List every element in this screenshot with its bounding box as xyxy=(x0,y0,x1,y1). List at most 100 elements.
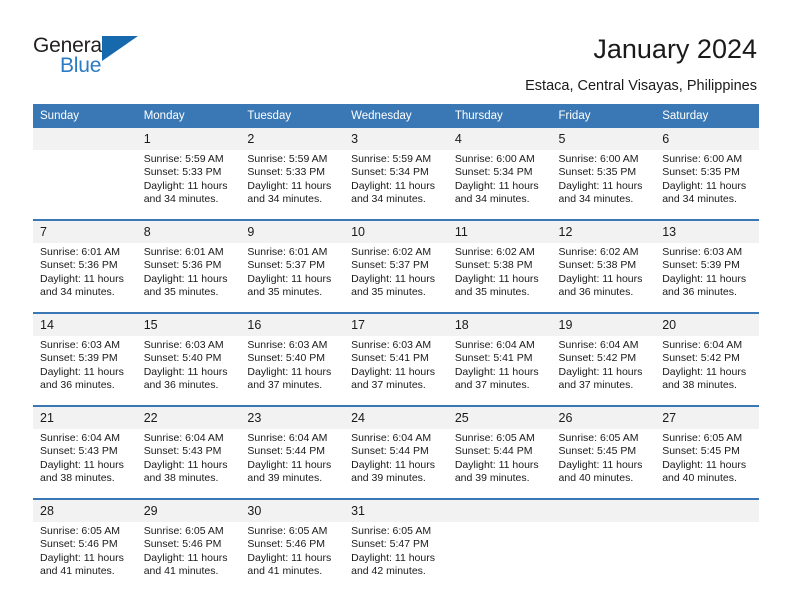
day-number-cell[interactable]: 25 xyxy=(447,407,552,429)
day-detail-cell[interactable] xyxy=(551,522,656,591)
day-number-cell[interactable]: 31 xyxy=(344,500,448,522)
day-number-cell[interactable]: 26 xyxy=(551,407,656,429)
day-detail-cell[interactable]: Sunrise: 6:04 AM Sunset: 5:42 PM Dayligh… xyxy=(551,336,656,405)
daylight-text-line2: and 38 minutes. xyxy=(40,472,115,485)
day-number-cell[interactable]: 13 xyxy=(655,221,759,243)
day-number-cell[interactable]: 8 xyxy=(136,221,241,243)
daylight-text-line2: and 34 minutes. xyxy=(558,193,634,206)
daylight-text-line2: and 41 minutes. xyxy=(143,565,219,578)
day-number-cell[interactable]: 15 xyxy=(136,314,241,336)
day-detail-cell[interactable]: Sunrise: 6:05 AM Sunset: 5:45 PM Dayligh… xyxy=(551,429,656,498)
calendar-header-row: Sunday Monday Tuesday Wednesday Thursday… xyxy=(33,104,759,128)
sunset-text: Sunset: 5:38 PM xyxy=(454,259,533,272)
day-detail-cell[interactable]: Sunrise: 6:01 AM Sunset: 5:36 PM Dayligh… xyxy=(136,243,241,312)
daylight-text-line1: Daylight: 11 hours xyxy=(247,551,332,564)
sunset-text: Sunset: 5:40 PM xyxy=(143,352,222,365)
day-detail-cell[interactable]: Sunrise: 6:04 AM Sunset: 5:42 PM Dayligh… xyxy=(655,336,759,405)
day-detail-cell[interactable]: Sunrise: 6:05 AM Sunset: 5:47 PM Dayligh… xyxy=(344,522,448,591)
day-detail-cell[interactable]: Sunrise: 5:59 AM Sunset: 5:34 PM Dayligh… xyxy=(344,150,448,219)
day-detail-cell[interactable]: Sunrise: 6:03 AM Sunset: 5:39 PM Dayligh… xyxy=(655,243,759,312)
sunrise-text: Sunrise: 6:04 AM xyxy=(558,339,639,351)
day-detail-cell[interactable]: Sunrise: 6:05 AM Sunset: 5:44 PM Dayligh… xyxy=(447,429,552,498)
sunrise-text: Sunrise: 6:04 AM xyxy=(247,432,328,444)
day-detail-cell[interactable]: Sunrise: 6:02 AM Sunset: 5:38 PM Dayligh… xyxy=(447,243,552,312)
day-detail-cell[interactable]: Sunrise: 6:03 AM Sunset: 5:40 PM Dayligh… xyxy=(136,336,241,405)
weekday-header-wednesday: Wednesday xyxy=(344,104,448,128)
day-number-cell[interactable] xyxy=(33,128,137,150)
day-number-cell[interactable] xyxy=(447,500,552,522)
day-number-cell[interactable] xyxy=(655,500,759,522)
day-detail-cell[interactable]: Sunrise: 6:02 AM Sunset: 5:38 PM Dayligh… xyxy=(551,243,656,312)
daylight-text-line1: Daylight: 11 hours xyxy=(454,272,539,285)
day-number-cell[interactable]: 5 xyxy=(551,128,656,150)
general-blue-logo[interactable]: General Blue xyxy=(33,34,163,82)
day-number-cell[interactable]: 1 xyxy=(136,128,241,150)
day-number-cell[interactable]: 18 xyxy=(447,314,552,336)
day-detail-cell[interactable]: Sunrise: 6:00 AM Sunset: 5:35 PM Dayligh… xyxy=(655,150,759,219)
day-number-cell[interactable]: 29 xyxy=(136,500,241,522)
day-number-cell[interactable]: 11 xyxy=(447,221,552,243)
daylight-text-line2: and 41 minutes. xyxy=(247,565,323,578)
day-number-cell[interactable]: 14 xyxy=(33,314,137,336)
day-detail-cell[interactable] xyxy=(447,522,552,591)
daylight-text-line1: Daylight: 11 hours xyxy=(558,365,643,378)
daylight-text-line1: Daylight: 11 hours xyxy=(143,551,228,564)
day-number-cell[interactable]: 30 xyxy=(240,500,345,522)
day-detail-cell[interactable]: Sunrise: 6:03 AM Sunset: 5:39 PM Dayligh… xyxy=(33,336,137,405)
page-subtitle-location: Estaca, Central Visayas, Philippines xyxy=(525,78,757,94)
day-detail-cell[interactable]: Sunrise: 6:01 AM Sunset: 5:37 PM Dayligh… xyxy=(240,243,345,312)
day-number-cell[interactable]: 23 xyxy=(240,407,345,429)
day-number-cell[interactable]: 21 xyxy=(33,407,137,429)
daylight-text-line2: and 36 minutes. xyxy=(558,286,634,299)
day-number-cell[interactable]: 16 xyxy=(240,314,345,336)
day-number-cell[interactable]: 6 xyxy=(655,128,759,150)
weekday-header-tuesday: Tuesday xyxy=(240,104,345,128)
weekday-header-thursday: Thursday xyxy=(447,104,552,128)
day-detail-cell[interactable]: Sunrise: 5:59 AM Sunset: 5:33 PM Dayligh… xyxy=(136,150,241,219)
day-number-cell[interactable]: 17 xyxy=(344,314,448,336)
day-detail-cell[interactable]: Sunrise: 6:05 AM Sunset: 5:46 PM Dayligh… xyxy=(240,522,345,591)
day-detail-cell[interactable]: Sunrise: 6:05 AM Sunset: 5:46 PM Dayligh… xyxy=(136,522,241,591)
day-number-cell[interactable]: 12 xyxy=(551,221,656,243)
day-number-cell[interactable]: 10 xyxy=(344,221,448,243)
sunrise-text: Sunrise: 6:01 AM xyxy=(143,246,224,258)
daylight-text-line1: Daylight: 11 hours xyxy=(40,551,124,564)
sunset-text: Sunset: 5:34 PM xyxy=(454,166,533,179)
sunset-text: Sunset: 5:46 PM xyxy=(40,538,118,551)
day-detail-cell[interactable] xyxy=(655,522,759,591)
day-number-cell[interactable]: 24 xyxy=(344,407,448,429)
day-detail-cell[interactable]: Sunrise: 6:03 AM Sunset: 5:40 PM Dayligh… xyxy=(240,336,345,405)
day-number-cell[interactable]: 9 xyxy=(240,221,345,243)
day-number-cell[interactable]: 2 xyxy=(240,128,345,150)
sunset-text: Sunset: 5:36 PM xyxy=(40,259,118,272)
day-number-cell[interactable]: 28 xyxy=(33,500,137,522)
day-detail-cell[interactable]: Sunrise: 6:01 AM Sunset: 5:36 PM Dayligh… xyxy=(33,243,137,312)
day-number-cell[interactable]: 4 xyxy=(447,128,552,150)
day-detail-cell[interactable]: Sunrise: 6:00 AM Sunset: 5:35 PM Dayligh… xyxy=(551,150,656,219)
day-detail-cell[interactable]: Sunrise: 5:59 AM Sunset: 5:33 PM Dayligh… xyxy=(240,150,345,219)
day-number-cell[interactable]: 22 xyxy=(136,407,241,429)
sunrise-text: Sunrise: 6:03 AM xyxy=(247,339,328,351)
day-detail-cell[interactable]: Sunrise: 6:00 AM Sunset: 5:34 PM Dayligh… xyxy=(447,150,552,219)
day-detail-cell[interactable]: Sunrise: 6:05 AM Sunset: 5:45 PM Dayligh… xyxy=(655,429,759,498)
day-detail-cell[interactable]: Sunrise: 6:04 AM Sunset: 5:43 PM Dayligh… xyxy=(136,429,241,498)
day-number-cell[interactable] xyxy=(551,500,656,522)
sunrise-text: Sunrise: 6:05 AM xyxy=(558,432,639,444)
week-row-daynumbers: 14 15 16 17 18 19 20 xyxy=(33,314,759,336)
day-detail-cell[interactable] xyxy=(33,150,137,219)
day-detail-cell[interactable]: Sunrise: 6:04 AM Sunset: 5:43 PM Dayligh… xyxy=(33,429,137,498)
day-detail-cell[interactable]: Sunrise: 6:04 AM Sunset: 5:44 PM Dayligh… xyxy=(344,429,448,498)
day-number-cell[interactable]: 20 xyxy=(655,314,759,336)
day-number-cell[interactable]: 7 xyxy=(33,221,137,243)
day-detail-cell[interactable]: Sunrise: 6:03 AM Sunset: 5:41 PM Dayligh… xyxy=(344,336,448,405)
day-number-cell[interactable]: 27 xyxy=(655,407,759,429)
day-detail-cell[interactable]: Sunrise: 6:04 AM Sunset: 5:44 PM Dayligh… xyxy=(240,429,345,498)
sunset-text: Sunset: 5:44 PM xyxy=(247,445,326,458)
day-detail-cell[interactable]: Sunrise: 6:04 AM Sunset: 5:41 PM Dayligh… xyxy=(447,336,552,405)
day-detail-cell[interactable]: Sunrise: 6:05 AM Sunset: 5:46 PM Dayligh… xyxy=(33,522,137,591)
daylight-text-line1: Daylight: 11 hours xyxy=(662,365,747,378)
day-detail-cell[interactable]: Sunrise: 6:02 AM Sunset: 5:37 PM Dayligh… xyxy=(344,243,448,312)
sunrise-text: Sunrise: 6:02 AM xyxy=(351,246,432,258)
day-number-cell[interactable]: 19 xyxy=(551,314,656,336)
day-number-cell[interactable]: 3 xyxy=(344,128,448,150)
